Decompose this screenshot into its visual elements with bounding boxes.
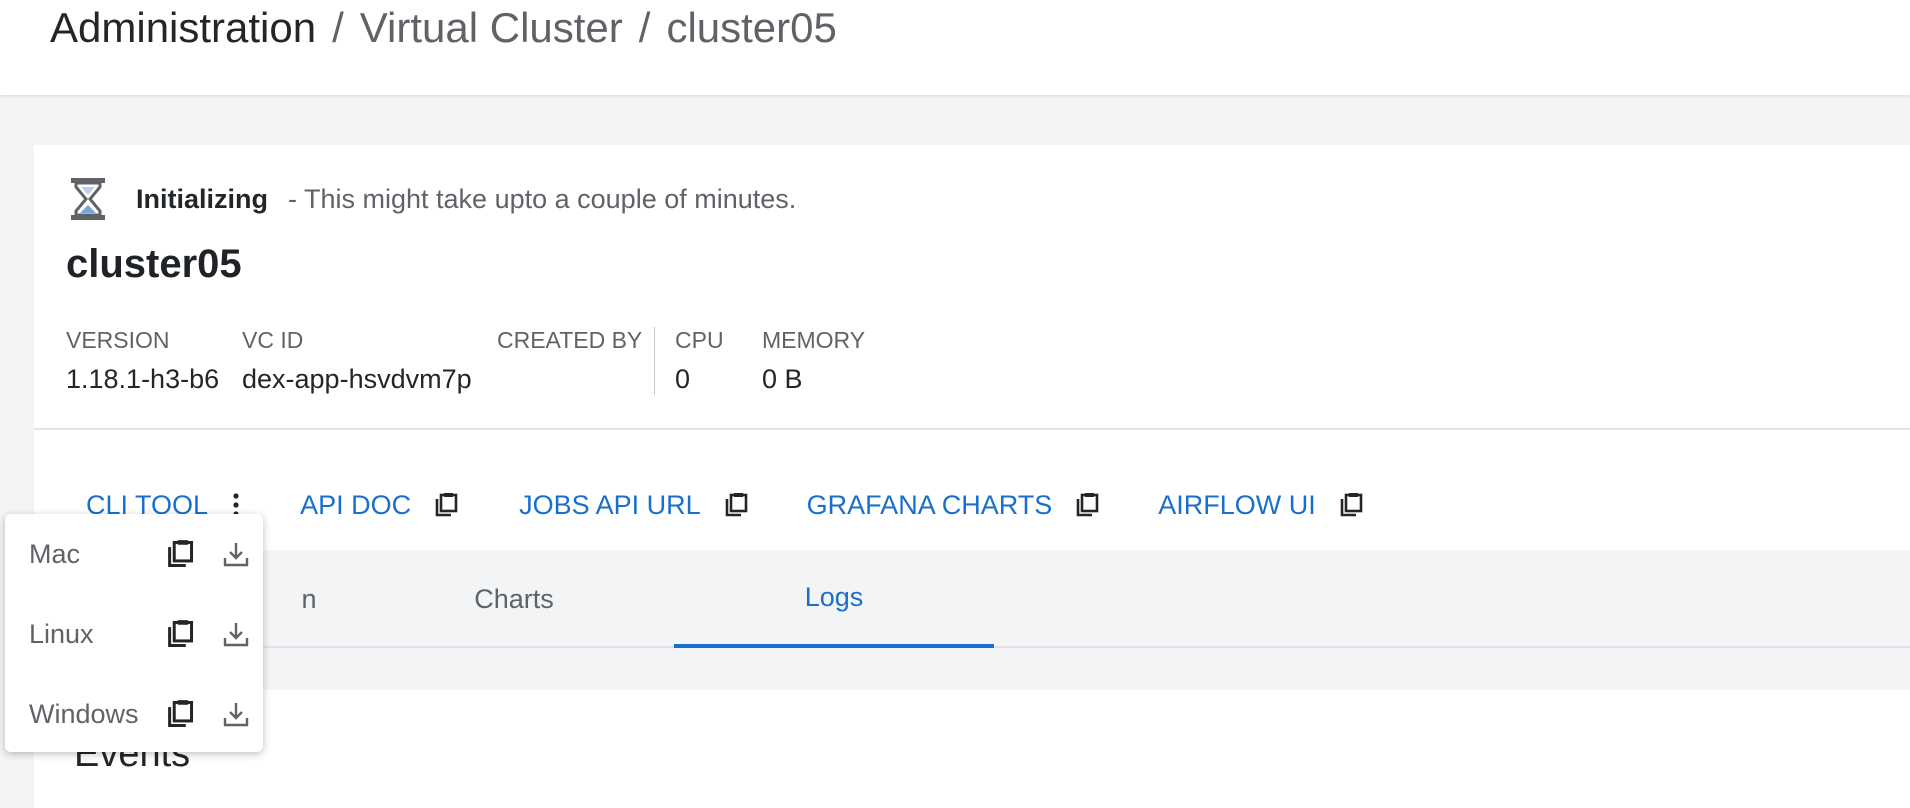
meta-value: 0 — [675, 364, 691, 394]
api-doc-label[interactable]: API DOC — [300, 490, 411, 521]
cli-menu-os-label: Windows — [29, 698, 139, 729]
meta-vc-id: VC ID dex-app-hsvdvm7p — [242, 327, 472, 395]
cluster-title: cluster05 — [66, 242, 242, 286]
meta-value: 1.18.1-h3-b6 — [66, 364, 220, 394]
jobs-api-url-link[interactable]: JOBS API URL — [519, 490, 749, 521]
meta-created-by: CREATED BY — [497, 327, 642, 364]
meta-label: VERSION — [66, 327, 170, 353]
meta-label: CPU — [675, 327, 724, 353]
tab-bar: n Charts Logs — [34, 550, 1910, 648]
meta-memory: MEMORY 0 B — [762, 327, 865, 395]
grafana-charts-link[interactable]: GRAFANA CHARTS — [807, 490, 1101, 521]
download-icon[interactable] — [221, 699, 251, 729]
copy-icon[interactable] — [165, 539, 195, 569]
cli-menu-os-label: Mac — [29, 538, 81, 569]
breadcrumb: Administration / Virtual Cluster / cluster05 — [50, 4, 837, 52]
meta-value: dex-app-hsvdvm7p — [242, 364, 472, 394]
breadcrumb-current: cluster05 — [666, 4, 837, 51]
tab-label: n — [301, 583, 317, 614]
tab-logs[interactable]: Logs — [674, 550, 994, 648]
breadcrumb-separator: / — [332, 4, 344, 51]
meta-version: VERSION 1.18.1-h3-b6 — [66, 327, 219, 395]
meta-value: 0 B — [762, 364, 803, 394]
meta-cpu: CPU 0 — [675, 327, 724, 395]
airflow-ui-link[interactable]: AIRFLOW UI — [1158, 490, 1364, 521]
meta-label: VC ID — [242, 327, 304, 353]
jobs-api-url-label[interactable]: JOBS API URL — [519, 490, 701, 521]
cli-tool-menu: Mac Linux Windows — [5, 514, 263, 752]
copy-icon[interactable] — [1074, 492, 1100, 518]
content-spacer — [34, 648, 1910, 690]
copy-icon[interactable] — [165, 699, 195, 729]
section-divider — [34, 428, 1910, 430]
cli-menu-item-mac[interactable]: Mac — [5, 514, 263, 594]
cli-menu-item-windows[interactable]: Windows — [5, 674, 263, 754]
copy-icon[interactable] — [433, 492, 459, 518]
airflow-ui-label[interactable]: AIRFLOW UI — [1158, 490, 1316, 521]
status-message: - This might take upto a couple of minut… — [288, 183, 797, 214]
top-header: Administration / Virtual Cluster / cluster05 — [0, 0, 1910, 95]
hourglass-icon — [68, 177, 108, 221]
tab-charts[interactable]: Charts — [354, 550, 674, 648]
meta-label: MEMORY — [762, 327, 866, 353]
cluster-detail-card: Initializing - This might take upto a co… — [34, 145, 1910, 808]
tab-label: Logs — [804, 581, 864, 612]
breadcrumb-administration[interactable]: Administration — [50, 4, 316, 51]
breadcrumb-virtual-cluster[interactable]: Virtual Cluster — [360, 4, 623, 51]
grafana-charts-label[interactable]: GRAFANA CHARTS — [807, 490, 1053, 521]
breadcrumb-separator: / — [638, 4, 651, 51]
api-doc-link[interactable]: API DOC — [300, 490, 459, 521]
quick-links: CLI TOOL API DOC JOBS API URL GRAFANA CH… — [86, 480, 1364, 530]
download-icon[interactable] — [221, 539, 251, 569]
copy-icon[interactable] — [723, 492, 749, 518]
status-state: Initializing — [136, 183, 268, 214]
meta-label: CREATED BY — [497, 327, 643, 353]
download-icon[interactable] — [221, 619, 251, 649]
status-row: Initializing - This might take upto a co… — [68, 177, 796, 221]
copy-icon[interactable] — [1338, 492, 1364, 518]
cli-menu-os-label: Linux — [29, 618, 94, 649]
copy-icon[interactable] — [165, 619, 195, 649]
meta-divider — [654, 327, 655, 395]
tab-label: Charts — [474, 583, 554, 614]
cli-menu-item-linux[interactable]: Linux — [5, 594, 263, 674]
